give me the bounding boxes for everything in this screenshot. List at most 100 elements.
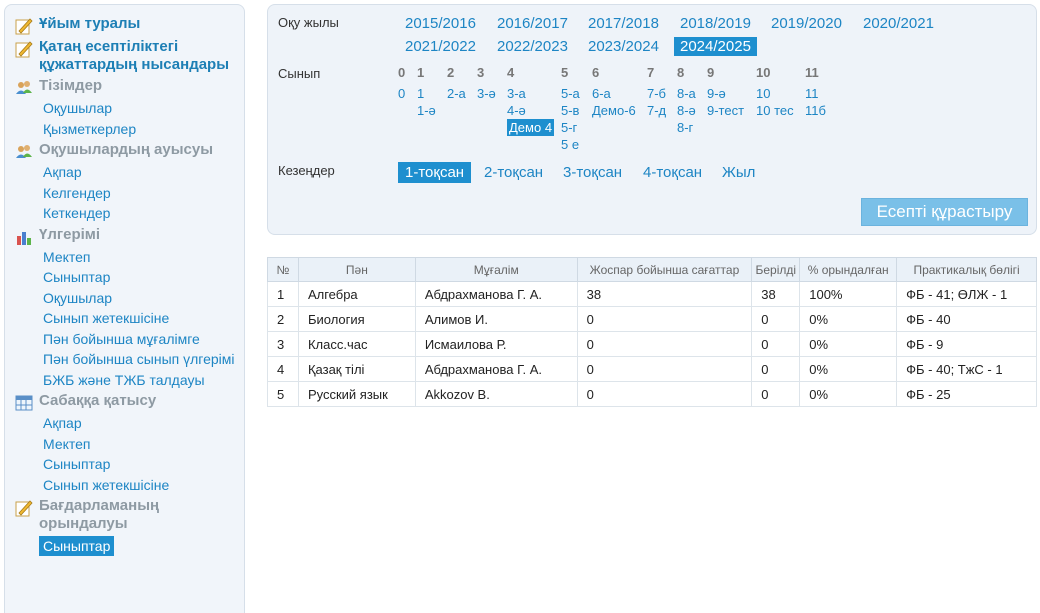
sidebar-item[interactable]: Сыныптар — [43, 269, 244, 285]
class-option[interactable]: 10 — [756, 85, 806, 102]
grade-column: 6 6-а Демо-6 — [592, 65, 642, 119]
sidebar-item[interactable]: Оқушылар — [43, 290, 244, 306]
sidebar-item[interactable]: Қызметкерлер — [43, 121, 244, 137]
sidebar-section-title: Сабаққа қатысу — [39, 392, 157, 409]
sidebar-section: Қатаң есептіліктегі құжаттардың нысандар… — [15, 38, 244, 74]
grade-column: 4 3-а 4-ә Демо 4 — [507, 65, 557, 136]
sidebar-item[interactable]: БЖБ және ТЖБ талдауы — [43, 372, 244, 388]
table-cell: 4 — [267, 356, 299, 382]
year-option[interactable]: 2019/2020 — [765, 14, 848, 33]
class-option[interactable]: 11б — [805, 102, 855, 119]
sidebar-item[interactable]: Келгендер — [43, 185, 244, 201]
class-option[interactable]: 3-а — [507, 85, 557, 102]
table-cell: 0 — [576, 356, 753, 382]
table-cell: 0% — [799, 381, 898, 407]
table-header-row: № Пән Мұғалім Жоспар бойынша сағаттар Берілд… — [267, 257, 1037, 282]
class-option[interactable]: Демо 4 — [507, 119, 555, 136]
sidebar-section: Ұйым туралы — [15, 15, 244, 35]
column-header[interactable]: Берілді — [751, 257, 801, 282]
table-row: 4 Қазақ тілі Абдрахманова Г. А. 0 0 0% ФБ - 40… — [267, 356, 1037, 382]
period-option[interactable]: 2-тоқсан — [477, 162, 550, 183]
class-option[interactable]: 5 е — [561, 136, 611, 153]
sidebar-section-title[interactable]: Ұйым туралы — [39, 15, 140, 33]
grade-header: 6 — [592, 65, 600, 80]
column-header[interactable]: Мұғалім — [414, 257, 578, 282]
sidebar-item[interactable]: Пән бойынша мұғалімге — [43, 331, 244, 347]
year-option[interactable]: 2022/2023 — [491, 37, 574, 56]
sidebar-item[interactable]: Сынып жетекшісіне — [43, 477, 244, 493]
sidebar-sublist: Ақпар Келгендер Кеткендер — [15, 164, 244, 221]
period-option[interactable]: Жыл — [715, 162, 762, 183]
class-option[interactable]: 5-г — [561, 119, 611, 136]
column-header[interactable]: % орындалған — [799, 257, 898, 282]
table-row: 2 Биология Алимов И. 0 0 0% ФБ - 40 — [267, 306, 1037, 332]
sidebar-item[interactable]: Мектеп — [43, 249, 244, 265]
class-option[interactable]: 9-тест — [707, 102, 757, 119]
table-cell: 1 — [267, 281, 299, 307]
grade-column: 9 9-ә 9-тест — [707, 65, 757, 119]
year-option[interactable]: 2015/2016 — [399, 14, 482, 33]
sidebar-item[interactable]: Сыныптар — [39, 536, 115, 556]
period-option[interactable]: 1-тоқсан — [398, 162, 472, 183]
table-cell: Русский язык — [297, 381, 416, 407]
table-row: 3 Класс.час Исмаилова Р. 0 0 0% ФБ - 9 — [267, 331, 1037, 357]
table-cell: Қазақ тілі — [297, 356, 416, 382]
column-header[interactable]: Практикалық бөлігі — [896, 257, 1037, 282]
sidebar-section: Тізімдер — [15, 77, 244, 97]
class-option[interactable]: 9-ә — [707, 85, 757, 102]
table-cell: 0% — [799, 331, 898, 357]
sidebar-section-title[interactable]: Қатаң есептіліктегі құжаттардың нысандар… — [39, 38, 244, 74]
sidebar-item[interactable]: Ақпар — [43, 415, 244, 431]
table-cell: ФБ - 40 — [896, 306, 1037, 332]
column-header[interactable]: Жоспар бойынша сағаттар — [576, 257, 753, 282]
sidebar-sublist: Мектеп Сыныптар Оқушылар Сынып жетекшісіне П… — [15, 249, 244, 388]
filter-panel: Оқу жылы 2015/2016 2016/2017 2017/2018 2018… — [267, 4, 1037, 235]
class-option[interactable]: 11 — [805, 85, 855, 102]
pencil-icon — [15, 40, 33, 58]
table-cell: 0 — [751, 356, 801, 382]
class-option[interactable]: 6-а — [592, 85, 642, 102]
table-icon — [15, 394, 33, 412]
sidebar-item[interactable]: Ақпар — [43, 164, 244, 180]
table-cell: ФБ - 41; ӨЛЖ - 1 — [896, 281, 1037, 307]
table-row: 5 Русский язык Akkozov В. 0 0 0% ФБ - 25 — [267, 381, 1037, 407]
year-option[interactable]: 2023/2024 — [582, 37, 665, 56]
table-cell: 0 — [576, 306, 753, 332]
sidebar-item[interactable]: Сыныптар — [43, 456, 244, 472]
table-cell: 0 — [751, 381, 801, 407]
sidebar-item[interactable]: Сынып жетекшісіне — [43, 310, 244, 326]
year-option[interactable]: 2017/2018 — [582, 14, 665, 33]
column-header[interactable]: Пән — [297, 257, 416, 282]
table-cell: Абдрахманова Г. А. — [414, 356, 578, 382]
sidebar-section: Бағдарламаның орындалуы — [15, 497, 244, 533]
class-option[interactable]: 4-ә — [507, 102, 557, 119]
year-option[interactable]: 2016/2017 — [491, 14, 574, 33]
build-report-button[interactable]: Есепті құрастыру — [861, 198, 1028, 226]
class-option[interactable]: Демо-6 — [592, 102, 642, 119]
class-label: Сынып — [278, 66, 321, 81]
sidebar-sublist: Оқушылар Қызметкерлер — [15, 100, 244, 137]
sidebar-section: Оқушылардың ауысуы — [15, 141, 244, 161]
sidebar-section-title: Тізімдер — [39, 77, 103, 94]
sidebar-section-title: Бағдарламаның орындалуы — [39, 497, 160, 532]
table-cell: 0 — [751, 306, 801, 332]
table-cell: 0% — [799, 356, 898, 382]
sidebar-sublist: Ақпар Мектеп Сыныптар Сынып жетекшісіне — [15, 415, 244, 493]
class-option[interactable]: 1-ә — [417, 102, 467, 119]
year-option[interactable]: 2021/2022 — [399, 37, 482, 56]
column-header[interactable]: № — [267, 257, 299, 282]
class-option[interactable]: 8-г — [677, 119, 727, 136]
period-option[interactable]: 4-тоқсан — [636, 162, 709, 183]
sidebar-section: Сабаққа қатысу — [15, 392, 244, 412]
bar-chart-icon — [15, 228, 33, 246]
year-option[interactable]: 2020/2021 — [857, 14, 940, 33]
year-option[interactable]: 2018/2019 — [674, 14, 757, 33]
year-option[interactable]: 2024/2025 — [674, 37, 757, 56]
sidebar-item[interactable]: Кеткендер — [43, 205, 244, 221]
sidebar-item[interactable]: Оқушылар — [43, 100, 244, 116]
period-option[interactable]: 3-тоқсан — [556, 162, 629, 183]
sidebar-item[interactable]: Мектеп — [43, 436, 244, 452]
class-option[interactable]: 10 тес — [756, 102, 806, 119]
pencil-icon — [15, 17, 33, 35]
sidebar-item[interactable]: Пән бойынша сынып үлгерімі — [43, 351, 244, 367]
